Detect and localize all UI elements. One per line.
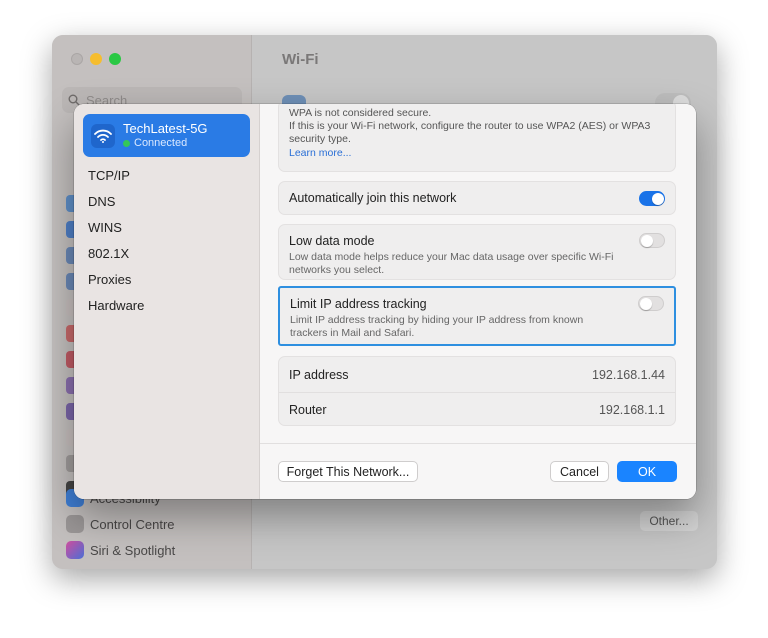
ip-address-value: 192.168.1.44: [592, 367, 665, 382]
limit-ip-tracking-row: Limit IP address tracking Limit IP addre…: [278, 286, 676, 346]
network-name: TechLatest-5G: [123, 121, 208, 136]
sidebar-item-wins[interactable]: WINS: [88, 214, 144, 240]
warning-line: security type.: [289, 133, 351, 145]
zoom-window-button[interactable]: [109, 53, 121, 65]
auto-join-row: Automatically join this network: [278, 181, 676, 215]
screen: Search Accessibility: [0, 0, 768, 638]
sidebar-item-8021x[interactable]: 802.1X: [88, 240, 144, 266]
limit-ip-tracking-toggle[interactable]: [638, 296, 664, 311]
sidebar-item-proxies[interactable]: Proxies: [88, 266, 144, 292]
network-status-label: Connected: [134, 137, 188, 149]
sidebar-item-network[interactable]: TechLatest-5G Connected: [83, 114, 250, 157]
limit-ip-tracking-label: Limit IP address tracking: [290, 297, 427, 311]
sheet-content: WPA is not considered secure. If this is…: [260, 104, 696, 499]
router-row: Router 192.168.1.1: [279, 392, 675, 427]
learn-more-link[interactable]: Learn more...: [289, 146, 665, 160]
low-data-mode-description: Low data mode helps reduce your Mac data…: [289, 251, 614, 263]
forget-network-button[interactable]: Forget This Network...: [278, 461, 418, 482]
sidebar-item-tcpip[interactable]: TCP/IP: [88, 162, 144, 188]
warning-line: WPA is not considered secure.: [289, 107, 432, 119]
control-centre-icon: [66, 515, 84, 533]
address-info: IP address 192.168.1.44 Router 192.168.1…: [278, 356, 676, 426]
close-window-button[interactable]: [71, 53, 83, 65]
ip-address-label: IP address: [289, 367, 349, 382]
ip-address-row: IP address 192.168.1.44: [279, 357, 675, 392]
other-network-button[interactable]: Other...: [640, 511, 698, 531]
cancel-button[interactable]: Cancel: [550, 461, 609, 482]
low-data-mode-toggle[interactable]: [639, 233, 665, 248]
sidebar-item-control-centre[interactable]: Control Centre: [66, 515, 175, 533]
sidebar-item-siri-spotlight[interactable]: Siri & Spotlight: [66, 541, 175, 559]
wifi-icon: [91, 123, 115, 148]
window-title: Wi-Fi: [282, 51, 319, 68]
router-value: 192.168.1.1: [598, 403, 665, 417]
auto-join-toggle[interactable]: [639, 191, 665, 206]
auto-join-label: Automatically join this network: [289, 191, 457, 205]
sheet-sidebar: TechLatest-5G Connected TCP/IP DNS WINS …: [74, 104, 260, 499]
ok-button[interactable]: OK: [617, 461, 677, 482]
low-data-mode-description: networks you select.: [289, 264, 385, 276]
low-data-mode-label: Low data mode: [289, 234, 375, 248]
network-details-sheet: TechLatest-5G Connected TCP/IP DNS WINS …: [74, 104, 696, 499]
sidebar-item-label: Siri & Spotlight: [90, 542, 176, 558]
warning-line: If this is your Wi-Fi network, configure…: [289, 120, 651, 132]
connected-dot-icon: [123, 140, 130, 147]
sidebar-item-dns[interactable]: DNS: [88, 188, 144, 214]
minimize-window-button[interactable]: [90, 53, 102, 65]
siri-icon: [66, 541, 84, 559]
network-status: Connected: [123, 137, 208, 150]
limit-ip-tracking-description: Limit IP address tracking by hiding your…: [290, 314, 584, 326]
router-label: Router: [289, 403, 327, 417]
footer-divider: [260, 443, 696, 444]
sheet-sidebar-list: TCP/IP DNS WINS 802.1X Proxies Hardware: [88, 162, 144, 318]
sidebar-item-label: Control Centre: [90, 516, 175, 532]
low-data-mode-row: Low data mode Low data mode helps reduce…: [278, 224, 676, 280]
limit-ip-tracking-description: trackers in Mail and Safari.: [290, 327, 415, 339]
security-warning: WPA is not considered secure. If this is…: [278, 104, 676, 172]
sidebar-item-hardware[interactable]: Hardware: [88, 292, 144, 318]
